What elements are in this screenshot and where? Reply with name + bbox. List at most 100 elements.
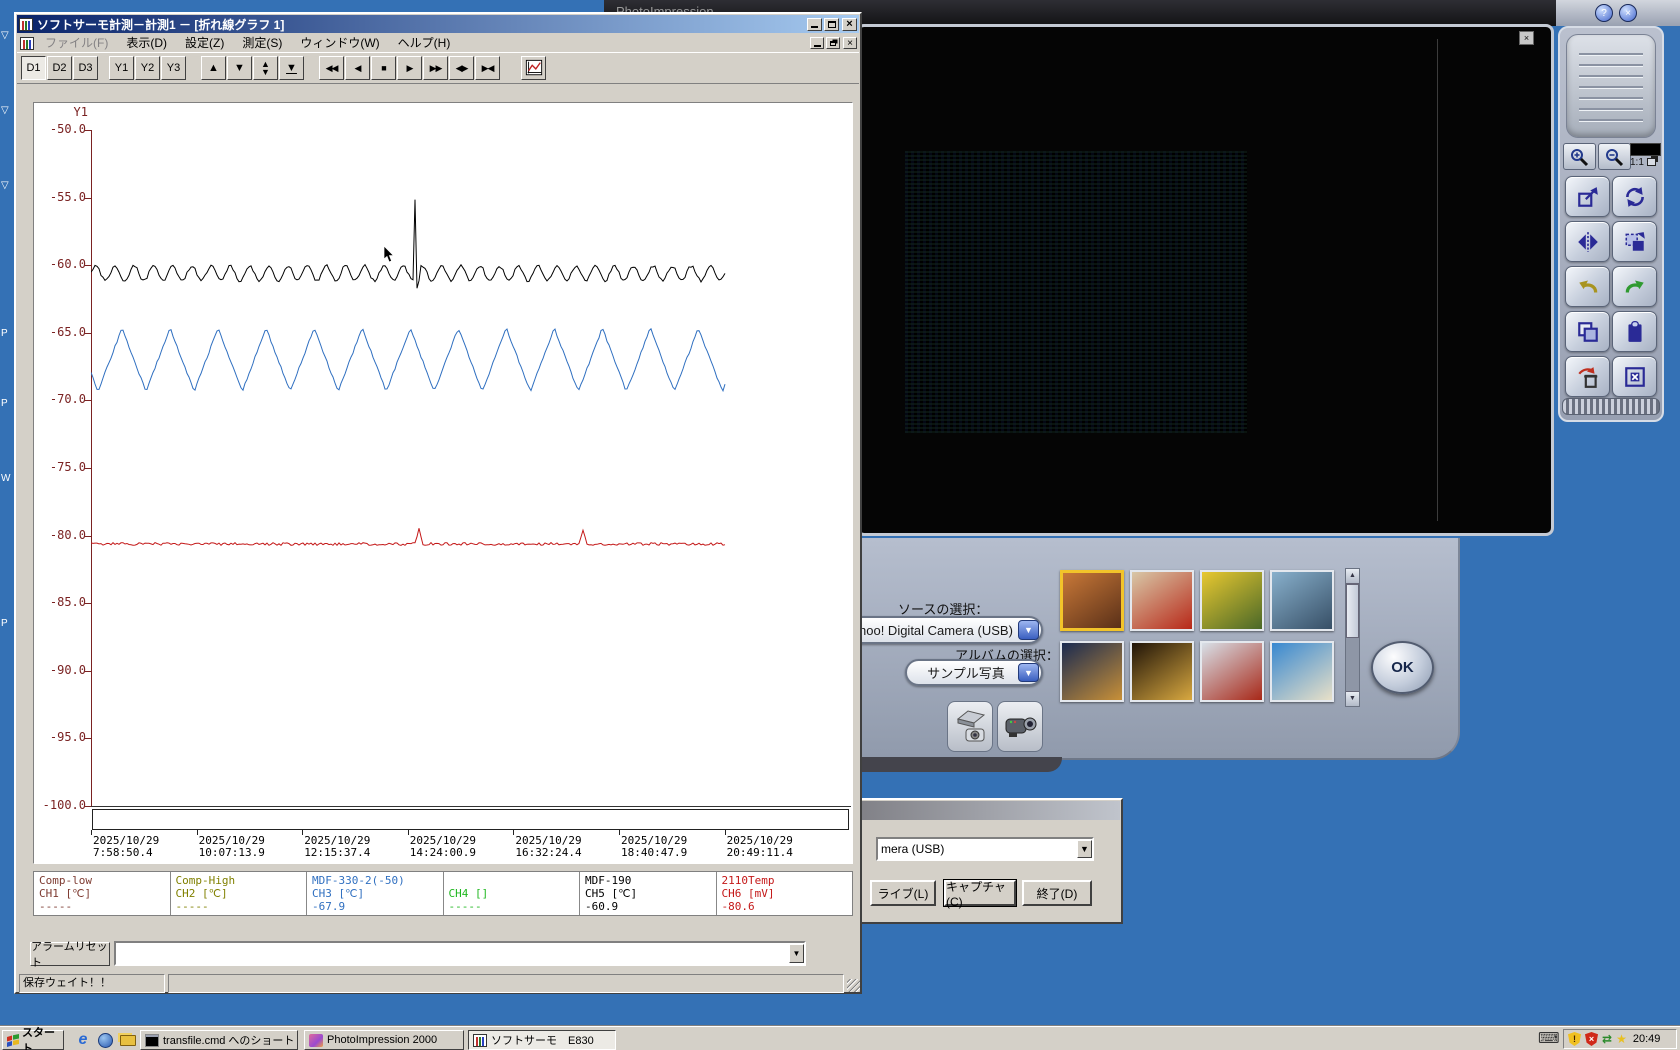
paste-button[interactable] <box>1612 311 1657 352</box>
menu-ファイル(F)[interactable]: ファイル(F) <box>36 32 117 54</box>
capture-dialog-titlebar[interactable] <box>849 801 1120 820</box>
thumbnail-light-spiral[interactable] <box>1130 641 1194 702</box>
thumbnail-rock-spires[interactable] <box>1060 570 1124 631</box>
toolbar-stop-icon[interactable]: ■ <box>371 56 396 80</box>
thumbnail-scrollbar[interactable]: ▲ ▼ <box>1345 568 1360 707</box>
scroll-range-box[interactable] <box>92 809 849 830</box>
thumbnail-city-night[interactable] <box>1060 641 1124 702</box>
close-button[interactable]: × <box>842 17 857 31</box>
menu-設定(Z)[interactable]: 設定(Z) <box>176 32 233 54</box>
toolbar-fast-forward-icon[interactable]: ▶▶ <box>423 56 448 80</box>
dialog-button-1[interactable]: ライブ(L) <box>870 880 936 906</box>
menu-ウィンドウ(W)[interactable]: ウィンドウ(W) <box>291 32 388 54</box>
desktop-icon-fragment[interactable]: W <box>1 473 10 484</box>
menu-表示(D)[interactable]: 表示(D) <box>117 32 176 54</box>
star-icon[interactable]: ★ <box>1616 1032 1627 1046</box>
capture-source-combobox[interactable]: mera (USB) ▼ <box>876 837 1094 861</box>
zoom-in-button[interactable] <box>1563 143 1596 170</box>
mdi-restore-button[interactable] <box>826 37 840 49</box>
scroll-up-arrow[interactable]: ▲ <box>1346 569 1359 584</box>
toolbar-scroll-up-icon[interactable]: ▲ <box>201 56 226 80</box>
scroll-down-arrow[interactable]: ▼ <box>1346 691 1359 706</box>
free-rotate-button[interactable] <box>1612 221 1657 262</box>
desktop-icon-fragment[interactable]: ▽ <box>1 105 9 116</box>
quicklaunch-globe-icon[interactable] <box>98 1033 113 1048</box>
y-tick-mark <box>85 535 91 537</box>
tool-panel-bottom-grip[interactable] <box>1562 398 1660 415</box>
quicklaunch-folder-icon[interactable] <box>120 1035 136 1046</box>
cascade-icon[interactable] <box>1647 158 1656 166</box>
chevron-down-icon[interactable]: ▼ <box>1018 620 1039 640</box>
desktop-icon-fragment[interactable]: ▽ <box>1 180 9 191</box>
redo-button[interactable] <box>1612 266 1657 307</box>
maximize-button[interactable] <box>824 17 839 31</box>
thumbnail-lighthouse-ship[interactable] <box>1200 641 1264 702</box>
help-button[interactable]: ? <box>1595 4 1613 22</box>
resize-button[interactable] <box>1565 176 1610 217</box>
mdi-minimize-button[interactable] <box>810 37 824 49</box>
remove-button[interactable] <box>1612 356 1657 397</box>
taskbar-task-cmd[interactable]: transfile.cmd へのショート... <box>140 1030 298 1050</box>
toolbar-fast-rewind-icon[interactable]: ◀◀ <box>319 56 344 80</box>
preview-close-icon[interactable]: × <box>1519 31 1534 45</box>
toolbar-graph-settings-icon[interactable] <box>521 56 546 80</box>
thumbnail-yellow-flowers[interactable] <box>1200 570 1264 631</box>
mirror-button[interactable] <box>1565 221 1610 262</box>
album-select-dropdown[interactable]: サンプル写真 ▼ <box>905 659 1043 686</box>
toolbar-scroll-down-icon[interactable]: ▼ <box>227 56 252 80</box>
acquire-video-button[interactable] <box>997 701 1043 752</box>
chevron-down-icon[interactable]: ▼ <box>1077 840 1092 858</box>
thumbnail-red-bird[interactable] <box>1130 570 1194 631</box>
menu-測定(S)[interactable]: 測定(S) <box>233 32 291 54</box>
taskbar-task-photo[interactable]: PhotoImpression 2000 <box>304 1030 464 1050</box>
dialog-button-2[interactable]: キャプチャ(C) <box>943 879 1017 909</box>
chevron-down-icon[interactable]: ▼ <box>789 944 804 963</box>
close-icon[interactable]: × <box>1619 4 1637 22</box>
toolbar-step-back-icon[interactable]: ◀ <box>345 56 370 80</box>
resize-grip[interactable] <box>847 979 860 992</box>
toolbar-expand-horizontal-icon[interactable]: ◀▶ <box>449 56 474 80</box>
measurement-window-titlebar[interactable]: ソフトサーモ計測－計測1 － [折れ線グラフ 1] × <box>17 15 859 33</box>
dialog-button-3[interactable]: 終了(D) <box>1022 880 1092 906</box>
toolbar-scroll-to-end-icon[interactable]: ▼ <box>279 56 304 80</box>
security-alert-shield-icon[interactable]: ! <box>1568 1032 1581 1046</box>
toolbar-Y2[interactable]: Y2 <box>135 56 160 80</box>
ok-button[interactable]: OK <box>1371 641 1434 694</box>
update-icon[interactable]: ⇄ <box>1602 1032 1612 1046</box>
zoom-out-button[interactable] <box>1598 143 1631 170</box>
toolbar-compress-horizontal-icon[interactable]: ▶◀ <box>475 56 500 80</box>
toolbar-Y3[interactable]: Y3 <box>161 56 186 80</box>
toolbar-step-forward-icon[interactable]: ▶ <box>397 56 422 80</box>
desktop-icon-fragment[interactable]: P <box>1 618 8 629</box>
desktop-icon-fragment[interactable]: ▽ <box>1 30 9 41</box>
copy-button[interactable] <box>1565 311 1610 352</box>
acquire-scanner-button[interactable] <box>947 701 993 752</box>
input-method-keyboard-icon[interactable]: ⌨ <box>1538 1031 1560 1048</box>
rotate-button[interactable] <box>1612 176 1657 217</box>
mdi-close-button[interactable]: × <box>843 37 857 49</box>
chevron-down-icon[interactable]: ▼ <box>1018 663 1039 682</box>
quicklaunch-ie-icon[interactable]: e <box>74 1031 92 1049</box>
toolbar-D3[interactable]: D3 <box>73 56 98 80</box>
toolbar-D1[interactable]: D1 <box>21 56 46 80</box>
scroll-thumb[interactable] <box>1346 584 1359 638</box>
taskbar-task-thermo[interactable]: ソフトサーモ E830 <box>468 1030 616 1050</box>
desktop-icon-fragment[interactable]: P <box>1 398 8 409</box>
alarm-combobox[interactable]: ▼ <box>114 941 806 966</box>
toolbar-D2[interactable]: D2 <box>47 56 72 80</box>
start-button[interactable]: スタート <box>2 1027 64 1050</box>
thumbnail-beach-sky[interactable] <box>1270 641 1334 702</box>
desktop-icon-fragment[interactable]: P <box>1 328 8 339</box>
tool-panel-grip[interactable] <box>1566 34 1656 138</box>
toolbar-Y1[interactable]: Y1 <box>109 56 134 80</box>
minimize-button[interactable] <box>807 17 822 31</box>
menu-ヘルプ(H)[interactable]: ヘルプ(H) <box>389 32 460 54</box>
delete-trash-button[interactable] <box>1565 356 1610 397</box>
legend-channel-value: -80.6 <box>721 900 755 913</box>
alarm-reset-button[interactable]: アラームリセット <box>30 941 110 969</box>
undo-button[interactable] <box>1565 266 1610 307</box>
security-warning-shield-icon[interactable]: × <box>1585 1032 1598 1046</box>
legend-channel: Comp-low CH1 [℃] ----- <box>34 872 171 915</box>
thumbnail-harbor[interactable] <box>1270 570 1334 631</box>
toolbar-scroll-expand-icon[interactable]: ▲ ▼ <box>253 56 278 80</box>
